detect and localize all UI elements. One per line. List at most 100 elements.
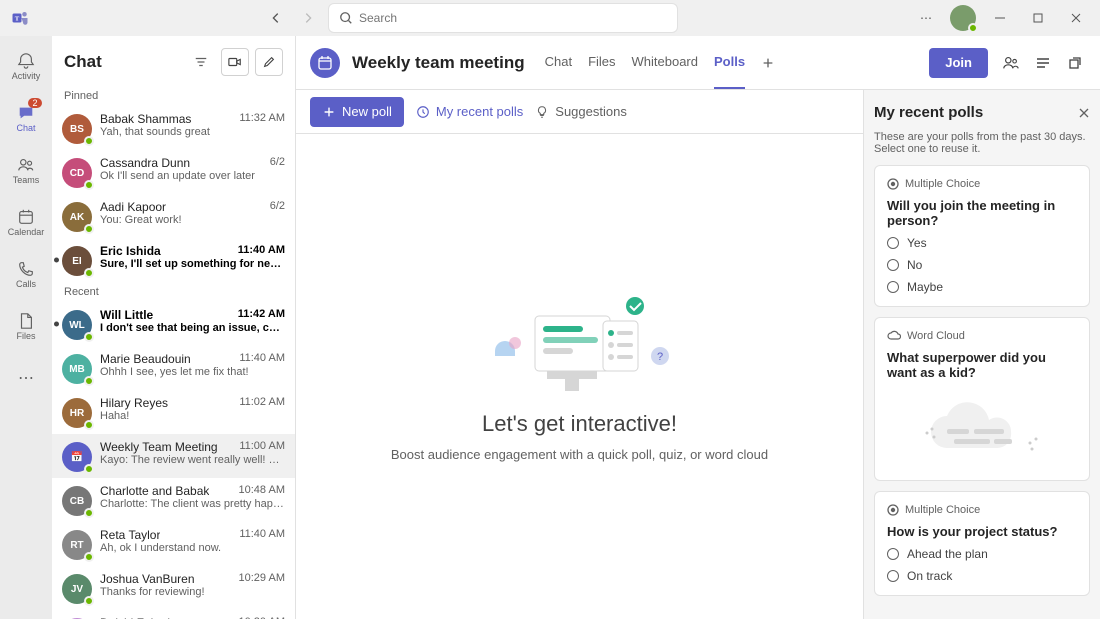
window-minimize-button[interactable] <box>986 4 1014 32</box>
conversation-time: 6/2 <box>270 156 285 170</box>
join-button[interactable]: Join <box>929 48 988 78</box>
conversation-preview: Thanks for reviewing! <box>100 586 285 598</box>
app-rail: Activity Chat2 Teams Calendar Calls Files ⋯ <box>0 36 52 619</box>
tab-polls[interactable]: Polls <box>714 36 745 89</box>
meet-now-button[interactable] <box>221 48 249 76</box>
poll-card[interactable]: Word CloudWhat superpower did you want a… <box>874 317 1090 481</box>
conversation-preview: Ok I'll send an update over later <box>100 170 285 182</box>
calendar-icon <box>17 208 35 226</box>
empty-illustration: ? <box>485 291 675 401</box>
pinned-conversations: BSBabak Shammas11:32 AMYah, that sounds … <box>52 106 295 282</box>
side-panel-close-button[interactable] <box>1078 107 1090 119</box>
add-tab-button[interactable] <box>757 52 779 74</box>
chat-list-panel: Chat Pinned BSBabak Shammas11:32 AMYah, … <box>52 36 296 619</box>
conversation-preview: Haha! <box>100 410 285 422</box>
recap-button[interactable] <box>1032 52 1054 74</box>
suggestions-button[interactable]: Suggestions <box>535 104 627 119</box>
recent-conversations: WLWill Little11:42 AMI don't see that be… <box>52 302 295 619</box>
conversation-item[interactable]: EIEric Ishida11:40 AMSure, I'll set up s… <box>52 238 295 282</box>
conversation-preview: Yah, that sounds great <box>100 126 285 138</box>
svg-text:T: T <box>15 15 20 22</box>
conversation-item[interactable]: JVJoshua VanBuren10:29 AMThanks for revi… <box>52 566 295 610</box>
me-avatar[interactable] <box>950 5 976 31</box>
calls-icon <box>17 260 35 278</box>
rail-label: Activity <box>12 72 41 81</box>
conversation-time: 11:40 AM <box>238 244 285 258</box>
teams-logo: T <box>10 8 30 28</box>
poll-card[interactable]: Multiple ChoiceHow is your project statu… <box>874 491 1090 596</box>
conversation-item[interactable]: CBCharlotte and Babak10:48 AMCharlotte: … <box>52 478 295 522</box>
conversation-item[interactable]: 📅Weekly Team Meeting11:00 AMKayo: The re… <box>52 434 295 478</box>
conversation-item[interactable]: WLWill Little11:42 AMI don't see that be… <box>52 302 295 346</box>
rail-item-calendar[interactable]: Calendar <box>4 200 48 244</box>
window-close-button[interactable] <box>1062 4 1090 32</box>
activity-icon <box>17 52 35 70</box>
nav-forward-button[interactable] <box>296 6 320 30</box>
rail-item-teams[interactable]: Teams <box>4 148 48 192</box>
poll-card[interactable]: Multiple ChoiceWill you join the meeting… <box>874 165 1090 307</box>
tab-chat[interactable]: Chat <box>545 36 572 89</box>
poll-option: On track <box>887 569 1077 583</box>
files-icon <box>17 312 35 330</box>
window-maximize-button[interactable] <box>1024 4 1052 32</box>
conversation-item[interactable]: AKAadi Kapoor6/2You: Great work! <box>52 194 295 238</box>
avatar: CB <box>62 486 92 516</box>
avatar: 📅 <box>62 442 92 472</box>
new-chat-button[interactable] <box>255 48 283 76</box>
conversation-item[interactable]: BSBabak Shammas11:32 AMYah, that sounds … <box>52 106 295 150</box>
conversation-time: 10:48 AM <box>239 484 285 498</box>
poll-type: Multiple Choice <box>887 178 1077 190</box>
conversation-item[interactable]: DFDaichi Fukuda10:20 AMYou: Thank you!! <box>52 610 295 619</box>
conversation-time: 11:02 AM <box>239 396 285 410</box>
poll-option: Ahead the plan <box>887 547 1077 561</box>
popout-button[interactable] <box>1064 52 1086 74</box>
more-button[interactable]: ⋯ <box>912 4 940 32</box>
avatar: RT <box>62 530 92 560</box>
conversation-name: Will Little <box>100 308 153 322</box>
conversation-time: 11:42 AM <box>238 308 285 322</box>
nav-back-button[interactable] <box>264 6 288 30</box>
rail-label: Calendar <box>8 228 45 237</box>
conversation-item[interactable]: RTReta Taylor11:40 AMAh, ok I understand… <box>52 522 295 566</box>
tab-whiteboard[interactable]: Whiteboard <box>632 36 698 89</box>
conversation-item[interactable]: MBMarie Beaudouin11:40 AMOhhh I see, yes… <box>52 346 295 390</box>
wordcloud-preview <box>887 388 1077 468</box>
conversation-preview: I don't see that being an issue, can tak… <box>100 322 285 334</box>
conversation-item[interactable]: HRHilary Reyes11:02 AMHaha! <box>52 390 295 434</box>
conversation-preview: You: Great work! <box>100 214 285 226</box>
my-recent-polls-button[interactable]: My recent polls <box>416 104 523 119</box>
people-button[interactable] <box>1000 52 1022 74</box>
polls-pane: New poll My recent polls Suggestions <box>296 90 864 619</box>
conversation-item[interactable]: CDCassandra Dunn6/2Ok I'll send an updat… <box>52 150 295 194</box>
radio-icon <box>887 259 899 271</box>
search-icon <box>339 11 353 25</box>
poll-type: Word Cloud <box>887 330 1077 342</box>
tab-files[interactable]: Files <box>588 36 615 89</box>
rail-label: Calls <box>16 280 36 289</box>
rail-item-files[interactable]: Files <box>4 304 48 348</box>
poll-option: Maybe <box>887 280 1077 294</box>
section-pinned-label: Pinned <box>52 86 295 106</box>
conversation-time: 10:29 AM <box>239 572 285 586</box>
conversation-name: Aadi Kapoor <box>100 200 166 214</box>
rail-item-chat[interactable]: Chat2 <box>4 96 48 140</box>
rail-item-activity[interactable]: Activity <box>4 44 48 88</box>
conversation-name: Hilary Reyes <box>100 396 168 410</box>
conversation-time: 11:32 AM <box>239 112 285 126</box>
avatar: MB <box>62 354 92 384</box>
filter-button[interactable] <box>187 48 215 76</box>
conversation-preview: Sure, I'll set up something for next wee… <box>100 258 285 270</box>
rail-item-calls[interactable]: Calls <box>4 252 48 296</box>
conversation-time: 6/2 <box>270 200 285 214</box>
search-input[interactable] <box>359 11 667 25</box>
new-poll-button[interactable]: New poll <box>310 97 404 127</box>
conversation-preview: Ah, ok I understand now. <box>100 542 285 554</box>
rail-label: Files <box>16 332 35 341</box>
conversation-name: Babak Shammas <box>100 112 191 126</box>
rail-more-button[interactable]: ⋯ <box>4 356 48 400</box>
poll-question: How is your project status? <box>887 524 1077 539</box>
poll-option: No <box>887 258 1077 272</box>
search-box[interactable] <box>328 3 678 33</box>
svg-text:?: ? <box>656 351 662 363</box>
polls-empty-state: ? Let's get interactive! Boost audience … <box>296 134 863 619</box>
